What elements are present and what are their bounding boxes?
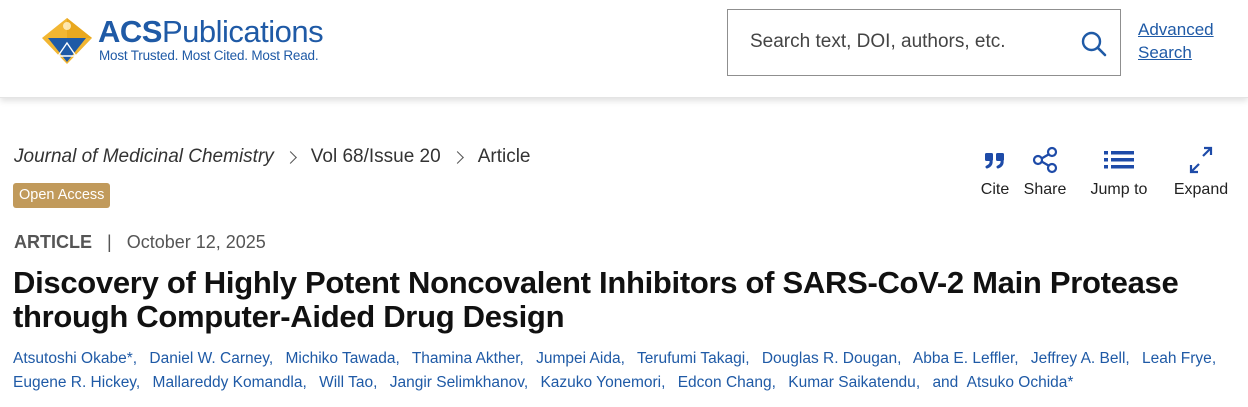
author-link[interactable]: Kazuko Yonemori	[540, 374, 661, 391]
author-link[interactable]: Eugene R. Hickey	[13, 374, 136, 391]
breadcrumb-issue[interactable]: Vol 68/Issue 20	[311, 146, 441, 168]
list-icon	[1104, 151, 1134, 169]
author-separator: ,	[523, 374, 529, 391]
author-separator: ,	[745, 350, 750, 367]
cite-button[interactable]: Cite	[970, 145, 1020, 199]
breadcrumb-section[interactable]: Article	[478, 146, 531, 168]
author-separator: ,	[915, 374, 921, 391]
jump-to-button[interactable]: Jump to	[1084, 145, 1154, 199]
chevron-right-icon	[283, 150, 297, 164]
author-separator: ,	[373, 374, 378, 391]
author-link[interactable]: Atsutoshi Okabe*	[13, 350, 133, 367]
logo-title-bold: ACS	[98, 14, 162, 49]
advanced-search-link[interactable]: Advanced Search	[1138, 18, 1228, 64]
expand-label: Expand	[1173, 181, 1229, 198]
expand-icon	[1189, 146, 1213, 174]
author-link[interactable]: Abba E. Leffler	[913, 350, 1014, 367]
search-input[interactable]	[738, 22, 1068, 62]
author-link[interactable]: Jumpei Aida	[536, 350, 620, 367]
logo-tagline: Most Trusted. Most Cited. Most Read.	[99, 48, 319, 63]
author-link[interactable]: Jangir Selimkhanov	[390, 374, 524, 391]
article-toolbar: Cite Share Jump to Expand	[960, 145, 1240, 205]
author-link[interactable]: Edcon Chang	[678, 374, 772, 391]
author-link[interactable]: Jeffrey A. Bell	[1031, 350, 1125, 367]
breadcrumb: Journal of Medicinal Chemistry Vol 68/Is…	[14, 146, 531, 168]
meta-separator: |	[107, 232, 112, 252]
author-link[interactable]: Will Tao	[319, 374, 373, 391]
open-access-badge: Open Access	[13, 183, 111, 208]
author-link[interactable]: Leah Frye	[1142, 350, 1212, 367]
article-type: ARTICLE	[14, 232, 92, 252]
author-separator: ,	[620, 350, 625, 367]
article-meta: ARTICLE | October 12, 2025	[14, 232, 266, 253]
author-separator: ,	[1211, 350, 1217, 367]
acs-logo-icon	[42, 18, 92, 64]
article-title: Discovery of Highly Potent Noncovalent I…	[13, 265, 1179, 334]
acs-publications-logo[interactable]: ACSPublications Most Trusted. Most Cited…	[40, 14, 340, 70]
author-separator: ,	[1014, 350, 1019, 367]
chevron-right-icon	[450, 150, 464, 164]
author-link[interactable]: Michiko Tawada	[285, 350, 395, 367]
author-separator: ,	[519, 350, 524, 367]
share-icon	[1032, 146, 1058, 174]
share-label: Share	[1023, 181, 1067, 198]
logo-title: ACSPublications	[98, 14, 324, 50]
author-separator: ,	[132, 350, 138, 367]
author-link[interactable]: Kumar Saikatendu	[788, 374, 916, 391]
search-box	[727, 9, 1121, 76]
breadcrumb-journal[interactable]: Journal of Medicinal Chemistry	[14, 146, 274, 168]
author-separator: ,	[395, 350, 400, 367]
quote-icon	[985, 153, 1004, 169]
author-link[interactable]: Atsuko Ochida*	[967, 374, 1074, 391]
search-icon[interactable]	[1080, 30, 1108, 58]
cite-label: Cite	[980, 181, 1010, 198]
author-separator: ,	[771, 374, 776, 391]
author-separator: ,	[897, 350, 902, 367]
author-and: and	[932, 374, 963, 391]
author-separator: ,	[1125, 350, 1130, 367]
author-separator: ,	[661, 374, 666, 391]
logo-title-rest: Publications	[161, 14, 324, 49]
author-link[interactable]: Douglas R. Dougan	[762, 350, 897, 367]
author-link[interactable]: Terufumi Takagi	[637, 350, 745, 367]
author-link[interactable]: Thamina Akther	[412, 350, 520, 367]
expand-button[interactable]: Expand	[1170, 145, 1232, 199]
share-button[interactable]: Share	[1020, 145, 1070, 199]
author-link[interactable]: Mallareddy Komandla	[153, 374, 303, 391]
author-list: Atsutoshi Okabe*, Daniel W. Carney, Mich…	[13, 347, 1238, 395]
author-link[interactable]: Daniel W. Carney	[149, 350, 268, 367]
advanced-search-line2: Search	[1138, 43, 1192, 62]
article-date: October 12, 2025	[126, 232, 266, 252]
author-separator: ,	[268, 350, 274, 367]
site-header: ACSPublications Most Trusted. Most Cited…	[0, 0, 1248, 98]
jump-to-label: Jump to	[1090, 181, 1148, 198]
author-separator: ,	[135, 374, 141, 391]
author-separator: ,	[302, 374, 307, 391]
advanced-search-line1: Advanced	[1138, 20, 1214, 39]
